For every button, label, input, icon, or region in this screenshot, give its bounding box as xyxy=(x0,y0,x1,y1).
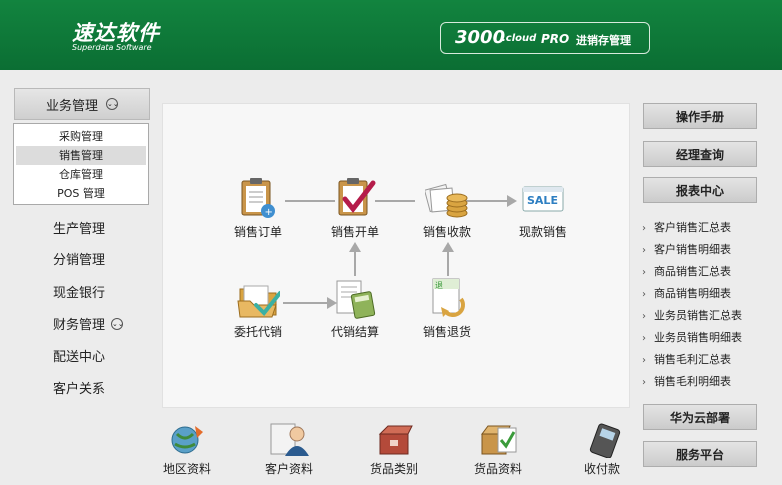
report-item-label: 业务员销售汇总表 xyxy=(654,309,742,322)
globe-arrow-icon xyxy=(167,420,207,458)
report-item-label: 客户销售汇总表 xyxy=(654,221,731,234)
chevron-right-icon: › xyxy=(642,311,646,322)
coins-docs-icon xyxy=(423,177,469,221)
sidebar-item-delivery[interactable]: 配送中心 xyxy=(53,346,105,365)
chevron-right-icon: › xyxy=(642,245,646,256)
sale-tag-icon: SALE xyxy=(521,177,565,221)
flow-arrow xyxy=(447,250,449,276)
flow-node-label: 委托代销 xyxy=(233,325,282,339)
sidebar-item-finance[interactable]: 财务管理 ⌄⌄ xyxy=(53,314,124,333)
chevron-right-icon: › xyxy=(642,223,646,234)
svg-text:退: 退 xyxy=(435,281,443,290)
product-badge: 3000 .cloud PRO 进销存管理 xyxy=(440,22,650,54)
report-center-button[interactable]: 报表中心 xyxy=(643,177,757,203)
flow-node-label: 销售退货 xyxy=(422,325,471,339)
report-item[interactable]: › 客户销售汇总表 xyxy=(642,217,767,239)
manual-button[interactable]: 操作手册 xyxy=(643,103,757,129)
shortcut-region-data[interactable]: 地区资料 xyxy=(147,420,227,477)
sales-flow-panel: + 销售订单 销售开单 销售收款 SALE 现款销售 委托代销 代销结算 退 销… xyxy=(162,103,630,408)
sidebar-item-cash-bank[interactable]: 现金银行 xyxy=(53,282,105,301)
shortcut-product-category[interactable]: 货品类别 xyxy=(354,420,434,477)
report-item-label: 商品销售明细表 xyxy=(654,287,731,300)
flow-node-label: 销售开单 xyxy=(330,225,379,239)
flow-node-sales-invoice[interactable]: 销售开单 xyxy=(315,177,395,240)
product-cloud: .cloud xyxy=(502,33,537,44)
chevron-double-down-icon[interactable]: ⌄⌄ xyxy=(106,98,119,110)
chevron-right-icon: › xyxy=(642,355,646,366)
clipboard-check-icon xyxy=(333,177,377,221)
chevron-right-icon: › xyxy=(642,289,646,300)
service-platform-button[interactable]: 服务平台 xyxy=(643,441,757,467)
report-item-label: 销售毛利明细表 xyxy=(654,375,731,388)
logo-subtext: Superdata Software xyxy=(72,43,152,52)
report-item[interactable]: › 客户销售明细表 xyxy=(642,239,767,261)
sidebar-item-crm[interactable]: 客户关系 xyxy=(53,378,105,397)
customer-card-icon xyxy=(269,420,309,458)
bottom-shortcuts: 地区资料 客户资料 货品类别 货品资料 收付款 xyxy=(162,410,630,485)
clipboard-order-icon: + xyxy=(236,177,280,221)
flow-node-consignment[interactable]: 委托代销 xyxy=(218,277,298,340)
report-list: › 客户销售汇总表 › 客户销售明细表 › 商品销售汇总表 › 商品销售明细表 › 业务员… xyxy=(642,217,767,393)
sidebar-item-distribution[interactable]: 分销管理 xyxy=(53,249,105,268)
submenu-item-purchase[interactable]: 采购管理 xyxy=(16,127,146,146)
shortcut-customer-data[interactable]: 客户资料 xyxy=(249,420,329,477)
app-header: 速达软件 Superdata Software 3000 .cloud PRO … xyxy=(0,0,782,70)
product-version: 3000 xyxy=(455,27,506,48)
report-item-label: 销售毛利汇总表 xyxy=(654,353,731,366)
arrow-head-icon xyxy=(442,242,454,252)
sale-badge-text: SALE xyxy=(527,194,558,207)
flow-node-label: 销售收款 xyxy=(422,225,471,239)
flow-node-sales-order[interactable]: + 销售订单 xyxy=(218,177,298,240)
shortcut-label: 客户资料 xyxy=(264,462,313,476)
chevron-double-down-icon[interactable]: ⌄⌄ xyxy=(111,317,124,330)
return-doc-icon: 退 xyxy=(425,277,469,321)
flow-node-sales-return[interactable]: 退 销售退货 xyxy=(407,277,487,340)
report-item[interactable]: › 商品销售明细表 xyxy=(642,283,767,305)
flow-node-cash-sale[interactable]: SALE 现款销售 xyxy=(503,177,583,240)
flow-node-label: 代销结算 xyxy=(330,325,379,339)
shortcut-label: 地区资料 xyxy=(162,462,211,476)
flow-node-consign-settle[interactable]: 代销结算 xyxy=(315,277,395,340)
flow-arrow xyxy=(354,250,356,276)
manager-query-button[interactable]: 经理查询 xyxy=(643,141,757,167)
nav-header-label: 业务管理 xyxy=(45,98,98,114)
report-item[interactable]: › 商品销售汇总表 xyxy=(642,261,767,283)
flow-node-sales-receipt[interactable]: 销售收款 xyxy=(407,177,487,240)
arrow-head-icon xyxy=(349,242,361,252)
report-item[interactable]: › 业务员销售汇总表 xyxy=(642,305,767,327)
report-item[interactable]: › 业务员销售明细表 xyxy=(642,327,767,349)
report-item-label: 业务员销售明细表 xyxy=(654,331,742,344)
shortcut-payments[interactable]: 收付款 xyxy=(562,420,642,477)
shortcut-label: 货品资料 xyxy=(473,462,522,476)
report-item[interactable]: › 销售毛利明细表 xyxy=(642,371,767,393)
shortcut-label: 收付款 xyxy=(583,462,620,476)
flow-node-label: 现款销售 xyxy=(518,225,567,239)
shortcut-product-data[interactable]: 货品资料 xyxy=(458,420,538,477)
submenu-item-warehouse[interactable]: 仓库管理 xyxy=(16,165,146,184)
folder-check-icon xyxy=(236,277,282,321)
chevron-right-icon: › xyxy=(642,377,646,388)
shortcut-label: 货品类别 xyxy=(369,462,418,476)
business-management-header[interactable]: 业务管理 ⌄⌄ xyxy=(14,88,150,120)
flow-node-label: 销售订单 xyxy=(233,225,282,239)
report-item[interactable]: › 销售毛利汇总表 xyxy=(642,349,767,371)
huawei-cloud-button[interactable]: 华为云部署 xyxy=(643,404,757,430)
box-stack-icon xyxy=(374,420,414,458)
submenu-item-sales[interactable]: 销售管理 xyxy=(16,146,146,165)
sidebar-item-finance-label: 财务管理 xyxy=(53,318,106,333)
calculator-doc-icon xyxy=(333,277,377,321)
product-name: 进销存管理 xyxy=(576,34,631,47)
report-item-label: 商品销售汇总表 xyxy=(654,265,731,278)
box-check-icon xyxy=(478,420,518,458)
submenu-item-pos[interactable]: POS 管理 xyxy=(16,184,146,203)
pos-terminal-icon xyxy=(582,420,622,459)
sidebar-item-production[interactable]: 生产管理 xyxy=(53,218,105,237)
product-edition: PRO xyxy=(541,32,570,46)
chevron-right-icon: › xyxy=(642,267,646,278)
chevron-right-icon: › xyxy=(642,333,646,344)
svg-text:+: + xyxy=(265,207,273,218)
business-submenu: 采购管理 销售管理 仓库管理 POS 管理 xyxy=(13,123,149,205)
report-item-label: 客户销售明细表 xyxy=(654,243,731,256)
